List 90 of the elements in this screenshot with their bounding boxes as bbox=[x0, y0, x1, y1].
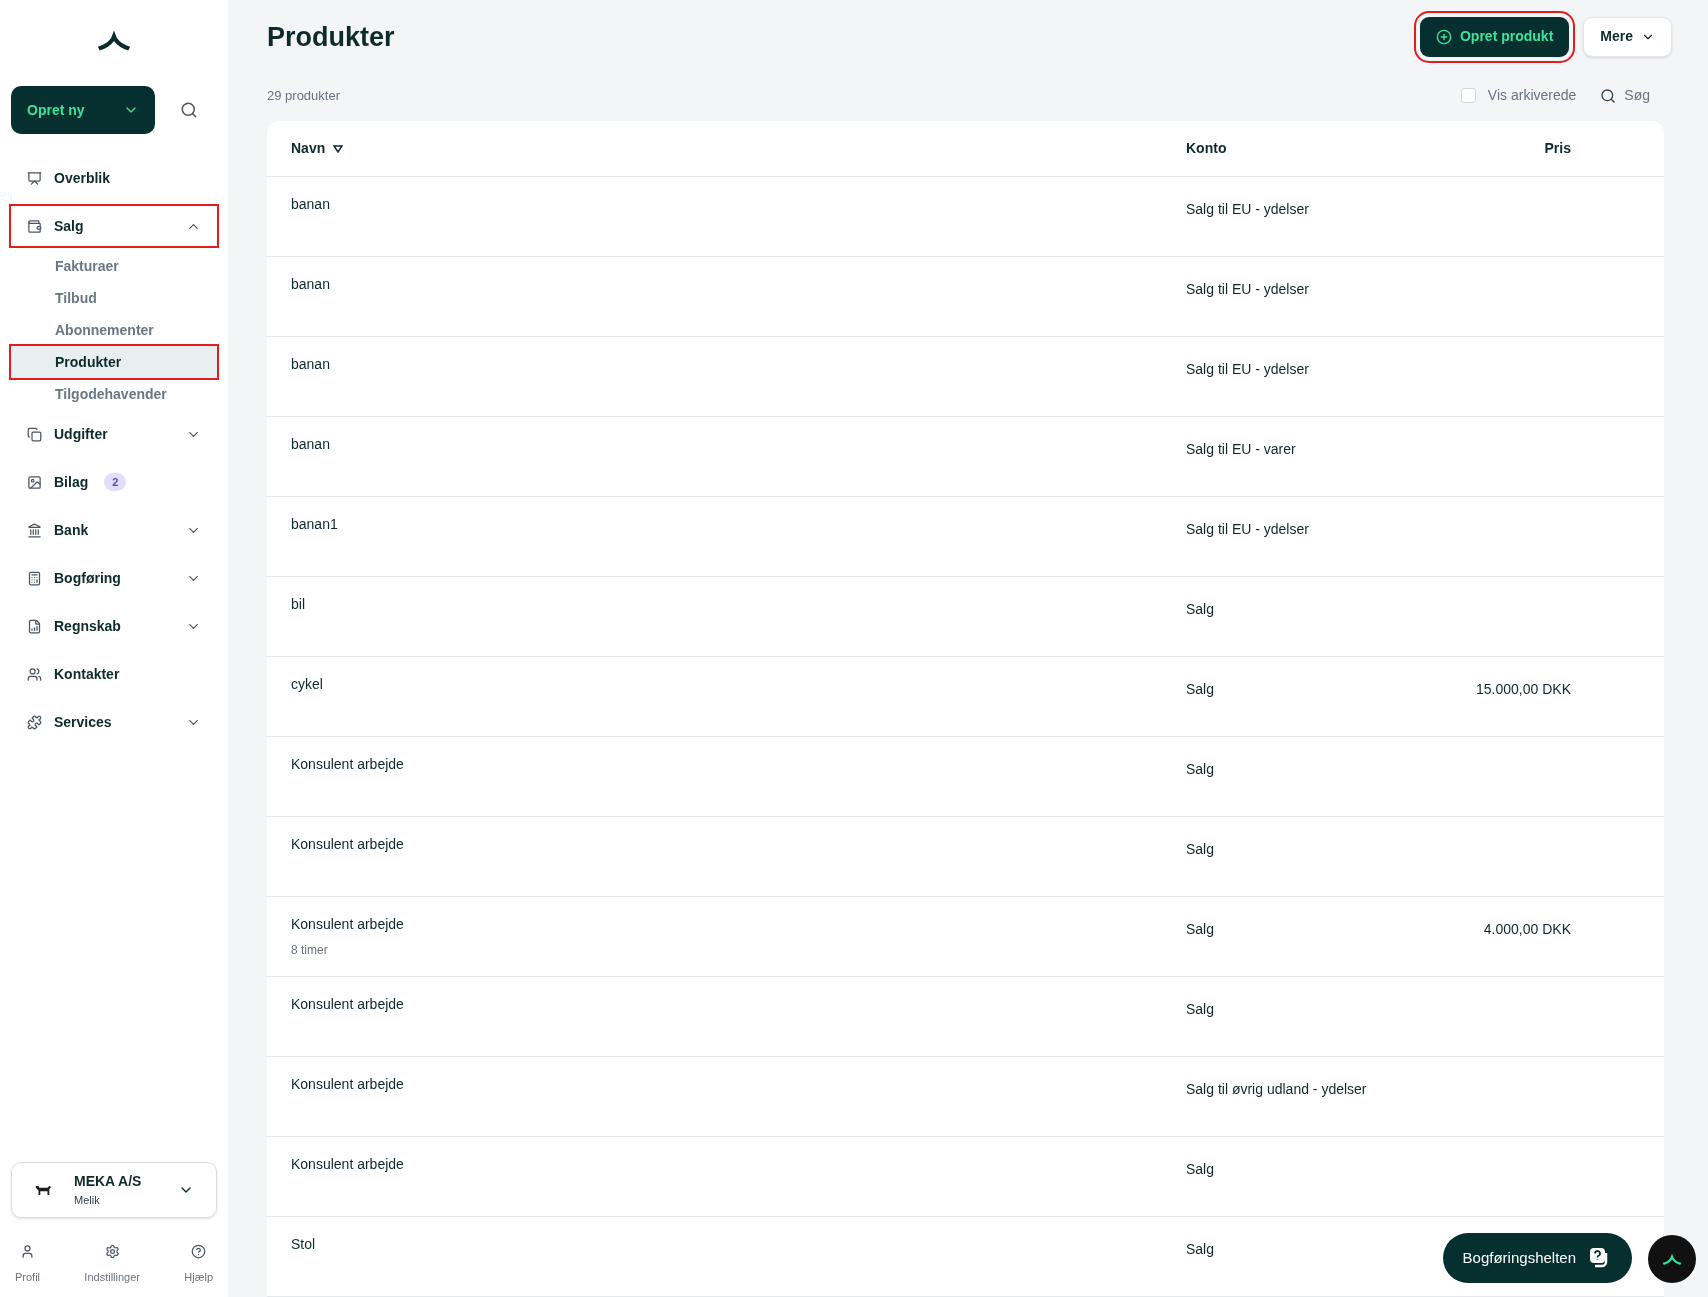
nav-subitem[interactable]: Tilgodehavender bbox=[11, 378, 217, 410]
assistant-button[interactable] bbox=[1648, 1235, 1696, 1283]
nav-icon bbox=[27, 570, 42, 586]
nav-item[interactable]: Bogføring bbox=[11, 558, 217, 598]
archive-label: Vis arkiverede bbox=[1487, 86, 1577, 106]
help-chat-button[interactable]: Bogføringshelten bbox=[1442, 1233, 1632, 1283]
account-cell: Salg til EU - varer bbox=[1186, 441, 1296, 457]
search-icon[interactable] bbox=[180, 101, 198, 119]
account-cell: Salg bbox=[1186, 1241, 1215, 1257]
price-cell-text: 4.000,00 DKK bbox=[1483, 920, 1571, 939]
nav-item[interactable]: Regnskab bbox=[11, 606, 217, 646]
account-cell: Salg til EU - ydelser bbox=[1186, 521, 1309, 537]
nav-subitem[interactable]: Tilbud bbox=[11, 282, 217, 314]
page-title: Produkter bbox=[267, 20, 395, 54]
product-name: Konsulent arbejde bbox=[291, 995, 405, 1014]
product-name: banan bbox=[291, 435, 331, 454]
nav-icon bbox=[27, 170, 42, 186]
nav-icon bbox=[27, 666, 42, 682]
account-cell: Salg til EU - ydelser bbox=[1186, 281, 1309, 297]
product-name: Konsulent arbejde bbox=[291, 1155, 405, 1174]
account-cell: Salg bbox=[1186, 761, 1215, 777]
account-cell: Salg bbox=[1186, 601, 1215, 617]
account-cell: Salg bbox=[1186, 921, 1215, 937]
account-cell: Salg bbox=[1186, 681, 1215, 697]
nav-label: Bank bbox=[54, 520, 89, 540]
product-name: banan bbox=[291, 355, 331, 374]
nav-item[interactable]: Udgifter bbox=[11, 414, 217, 454]
product-name: Konsulent arbejde bbox=[291, 755, 405, 774]
nav-icon bbox=[27, 218, 42, 234]
nav-icon bbox=[27, 474, 42, 490]
product-name: Konsulent arbejde bbox=[291, 835, 405, 854]
column-header[interactable]: Pris bbox=[1426, 138, 1571, 159]
sort-icon bbox=[333, 144, 344, 153]
account-cell: Salg bbox=[1186, 841, 1215, 857]
search-button[interactable]: Søg bbox=[1600, 85, 1650, 107]
nav-label: Regnskab bbox=[54, 616, 121, 636]
nav-icon bbox=[27, 522, 42, 538]
product-name: cykel bbox=[291, 675, 324, 694]
account-cell: Salg til øvrig udland - ydelser bbox=[1186, 1081, 1367, 1097]
product-count: 29 produkter bbox=[267, 87, 340, 106]
nav-item[interactable]: Kontakter bbox=[11, 654, 217, 694]
create-new-button[interactable]: Opret ny bbox=[11, 86, 155, 134]
nav-label: Overblik bbox=[54, 168, 111, 188]
account-cell: Salg til EU - ydelser bbox=[1186, 361, 1309, 377]
account-cell: Salg bbox=[1186, 1161, 1215, 1177]
nav-subitem[interactable]: Abonnementer bbox=[11, 314, 217, 346]
product-name: Konsulent arbejde bbox=[291, 915, 405, 934]
footer-link[interactable]: Hjælp bbox=[184, 1243, 213, 1285]
add-icon bbox=[1435, 28, 1452, 45]
product-name: banan1 bbox=[291, 515, 339, 534]
account-cell: Salg bbox=[1186, 1001, 1215, 1017]
nav-item[interactable]: Overblik bbox=[11, 158, 217, 198]
nav-icon bbox=[27, 714, 42, 730]
nav-subitem[interactable]: Fakturaer bbox=[11, 250, 217, 282]
product-name: bil bbox=[291, 595, 306, 614]
nav-label: Services bbox=[54, 712, 112, 732]
product-name: banan bbox=[291, 195, 331, 214]
nav-subitem[interactable]: Produkter bbox=[11, 346, 217, 378]
column-header[interactable]: Konto bbox=[1186, 138, 1426, 159]
nav-item[interactable]: Salg bbox=[11, 206, 217, 246]
column-header[interactable]: Navn bbox=[291, 138, 1186, 159]
profile-icon bbox=[20, 1243, 36, 1259]
nav-label: Salg bbox=[54, 216, 84, 236]
product-name: Stol bbox=[291, 1235, 317, 1254]
nav-item[interactable]: Services bbox=[11, 702, 217, 742]
nav-item[interactable]: Bank bbox=[11, 510, 217, 550]
logo-icon bbox=[1661, 1252, 1683, 1266]
company-name: MEKA A/S bbox=[74, 1171, 142, 1191]
nav-icon bbox=[27, 618, 42, 634]
settings-icon bbox=[104, 1243, 120, 1259]
footer-link[interactable]: Profil bbox=[15, 1243, 41, 1285]
product-name: Konsulent arbejde bbox=[291, 1075, 405, 1094]
user-name: Melik bbox=[74, 1192, 101, 1208]
product-name: banan bbox=[291, 275, 331, 294]
count-badge: 2 bbox=[104, 472, 127, 492]
company-switcher[interactable]: MEKA A/S Melik bbox=[11, 1161, 217, 1218]
nav-icon bbox=[27, 426, 42, 442]
nav-label: Bilag bbox=[54, 472, 89, 492]
price-cell-text: 15.000,00 DKK bbox=[1476, 680, 1571, 699]
help-icon bbox=[191, 1243, 207, 1259]
more-button[interactable]: Mere bbox=[1583, 16, 1672, 57]
nav-item[interactable]: Bilag 2 bbox=[11, 462, 217, 502]
nav-label: Udgifter bbox=[54, 424, 108, 444]
account-cell: Salg til EU - ydelser bbox=[1186, 201, 1309, 217]
archive-checkbox[interactable] bbox=[1460, 88, 1476, 104]
search-icon bbox=[1600, 87, 1617, 104]
footer-link[interactable]: Indstillinger bbox=[84, 1243, 140, 1285]
nav-label: Bogføring bbox=[54, 568, 121, 588]
nav-label: Kontakter bbox=[54, 664, 120, 684]
product-note: 8 timer bbox=[291, 942, 329, 959]
